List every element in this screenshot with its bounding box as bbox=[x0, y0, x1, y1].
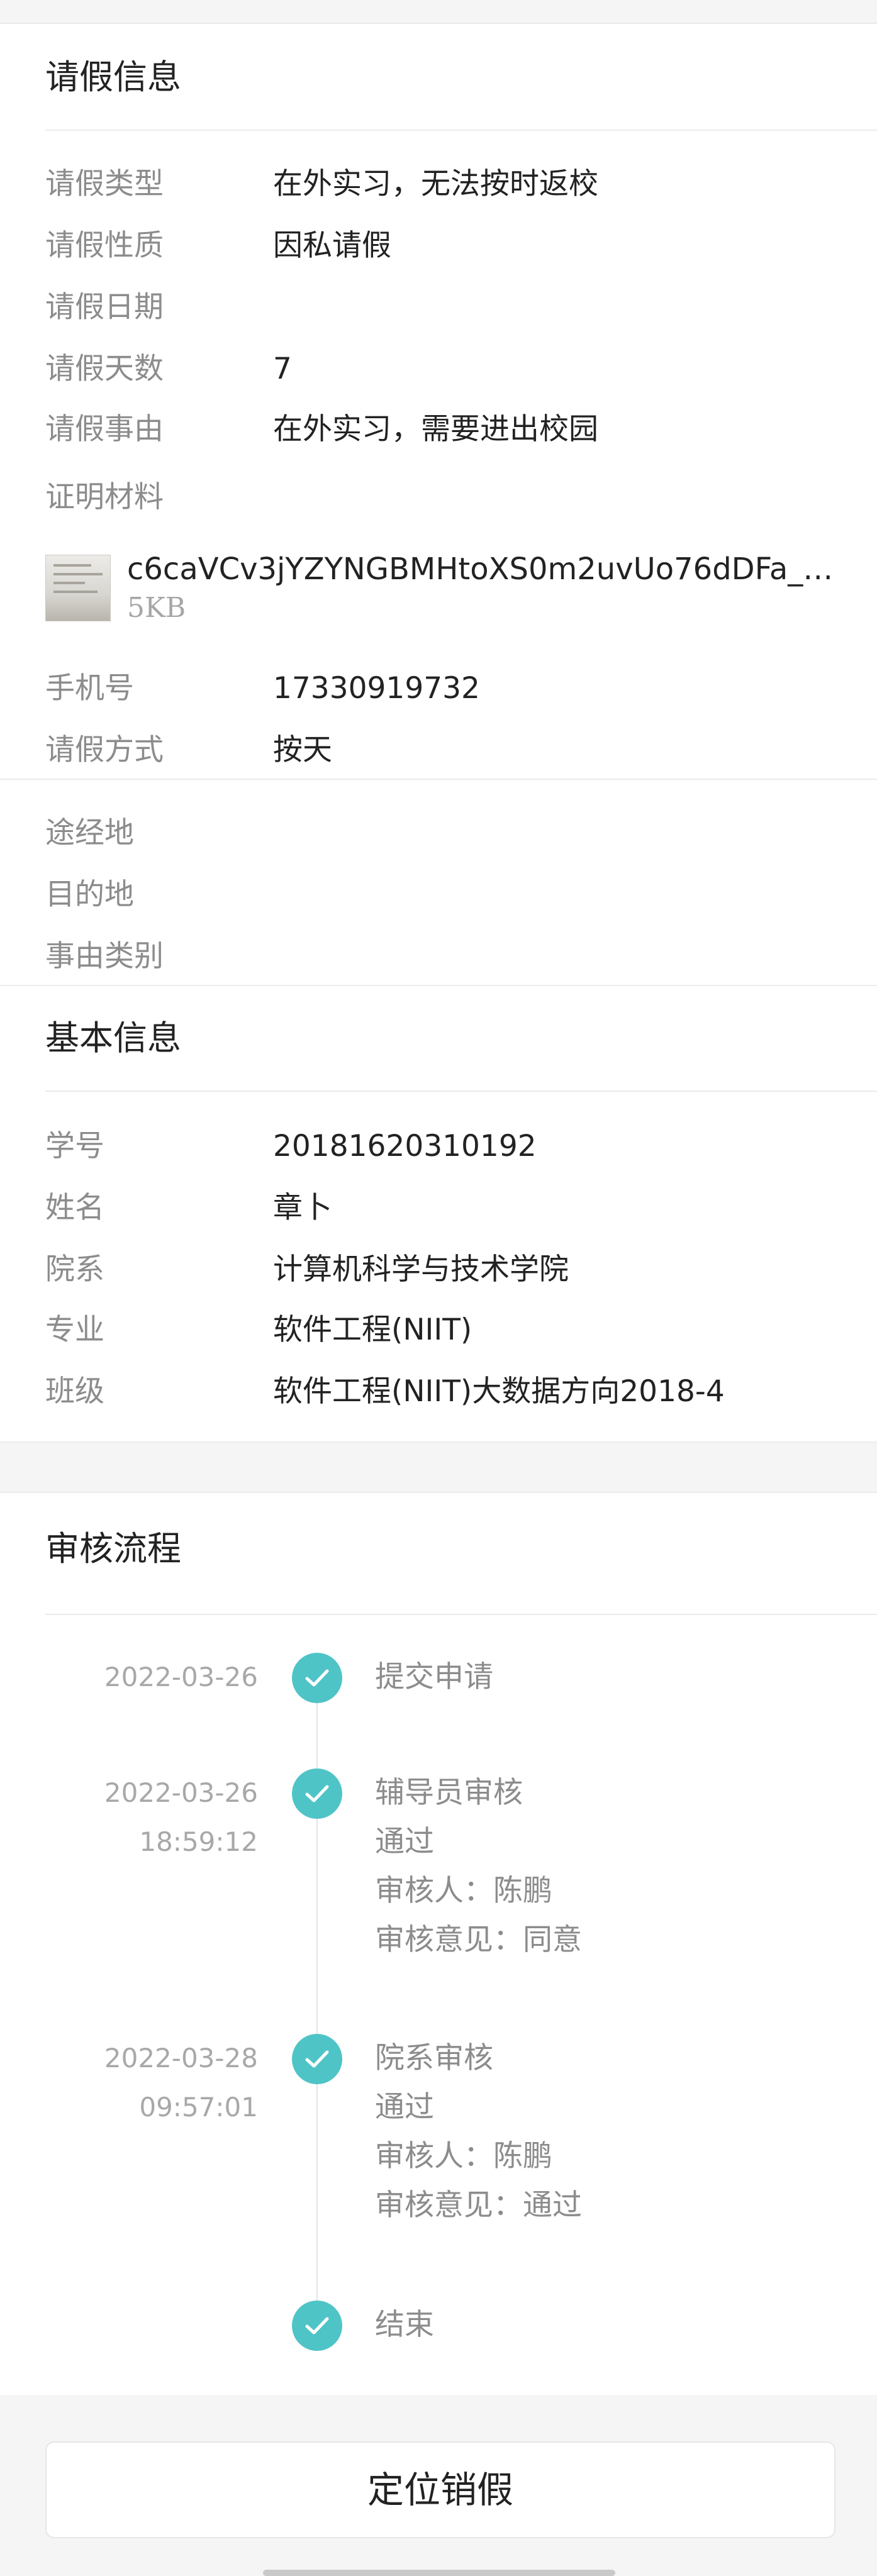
leave-nature-value: 因私请假 bbox=[273, 228, 391, 263]
major-value: 软件工程(NIIT) bbox=[273, 1313, 472, 1347]
leave-type-label: 请假类型 bbox=[45, 167, 164, 201]
review-flow-card: 审核流程 2022-03-26 提交申请 2022-03-26 18:59:12 bbox=[0, 1492, 877, 2395]
attachment-file-name[interactable]: c6caVCv3jYZYNGBMHtoXS0m2uvUo76dDFa_A… bbox=[127, 548, 838, 590]
leave-days-row: 请假天数 7 bbox=[45, 347, 863, 391]
phone-row: 手机号 17330919732 bbox=[45, 667, 863, 711]
leave-date-row: 请假日期 bbox=[45, 286, 863, 330]
major-label: 专业 bbox=[45, 1313, 104, 1347]
student-id-value: 20181620310192 bbox=[273, 1129, 537, 1163]
step-date: 2022-03-26 18:59:12 bbox=[104, 1768, 258, 1867]
class-row: 班级 软件工程(NIIT)大数据方向2018-4 bbox=[45, 1370, 863, 1414]
step-reviewer: 审核人：陈鹏 bbox=[375, 2139, 552, 2174]
proof-row: 证明材料 bbox=[45, 475, 863, 519]
location-cancel-leave-button[interactable]: 定位销假 bbox=[45, 2441, 835, 2538]
name-label: 姓名 bbox=[45, 1191, 104, 1225]
check-circle-icon bbox=[292, 2301, 342, 2351]
step-reviewer: 审核人：陈鹏 bbox=[375, 1874, 552, 1908]
leave-days-label: 请假天数 bbox=[45, 352, 164, 386]
attachment-file-size: 5KB bbox=[127, 592, 186, 624]
name-value: 章卜 bbox=[273, 1191, 332, 1225]
route-label: 途经地 bbox=[45, 816, 134, 850]
basic-info-card: 基本信息 学号 20181620310192 姓名 章卜 院系 计算机科学与技术… bbox=[0, 985, 877, 1443]
name-row: 姓名 章卜 bbox=[45, 1186, 863, 1230]
leave-days-value: 7 bbox=[273, 352, 292, 386]
check-circle-icon bbox=[292, 1653, 342, 1703]
destination-row: 目的地 bbox=[45, 873, 863, 917]
leave-mode-row: 请假方式 按天 bbox=[45, 728, 863, 772]
phone-value: 17330919732 bbox=[273, 671, 480, 706]
reason-category-label: 事由类别 bbox=[45, 939, 164, 974]
student-id-row: 学号 20181620310192 bbox=[45, 1124, 863, 1169]
class-label: 班级 bbox=[45, 1374, 104, 1409]
major-row: 专业 软件工程(NIIT) bbox=[45, 1308, 863, 1352]
step-title: 结束 bbox=[375, 2307, 434, 2342]
attachment-thumbnail[interactable] bbox=[45, 555, 111, 621]
destination-label: 目的地 bbox=[45, 877, 134, 912]
leave-nature-label: 请假性质 bbox=[45, 228, 164, 263]
leave-detail-page: 请假信息 请假类型 在外实习，无法按时返校 请假性质 因私请假 请假日期 请假天… bbox=[0, 0, 877, 2576]
department-value: 计算机科学与技术学院 bbox=[273, 1252, 569, 1287]
student-id-label: 学号 bbox=[45, 1129, 104, 1163]
leave-date-label: 请假日期 bbox=[45, 290, 164, 325]
proof-label: 证明材料 bbox=[45, 480, 164, 514]
step-details: 辅导员审核 通过 审核人：陈鹏 审核意见：同意 bbox=[375, 1768, 582, 1965]
route-row: 途经地 bbox=[45, 811, 863, 855]
step-result: 通过 bbox=[375, 1824, 434, 1859]
divider bbox=[0, 779, 877, 780]
leave-mode-value: 按天 bbox=[273, 733, 332, 767]
step-date: 2022-03-26 bbox=[104, 1662, 258, 1692]
leave-reason-value: 在外实习，需要进出校园 bbox=[273, 412, 598, 447]
divider bbox=[45, 1091, 877, 1092]
step-title: 辅导员审核 bbox=[375, 1775, 523, 1810]
step-title: 院系审核 bbox=[375, 2041, 493, 2075]
leave-type-value: 在外实习，无法按时返校 bbox=[273, 167, 598, 201]
leave-nature-row: 请假性质 因私请假 bbox=[45, 224, 863, 268]
divider bbox=[45, 130, 877, 131]
department-row: 院系 计算机科学与技术学院 bbox=[45, 1248, 863, 1292]
step-opinion: 审核意见：通过 bbox=[375, 2188, 582, 2223]
home-indicator bbox=[263, 2570, 615, 2576]
attachment-item[interactable]: c6caVCv3jYZYNGBMHtoXS0m2uvUo76dDFa_A… 5K… bbox=[45, 548, 838, 630]
step-title: 提交申请 bbox=[375, 1660, 493, 1694]
step-result: 通过 bbox=[375, 2090, 434, 2124]
leave-reason-label: 请假事由 bbox=[45, 412, 164, 447]
step-date: 2022-03-28 09:57:01 bbox=[104, 2034, 258, 2132]
leave-type-row: 请假类型 在外实习，无法按时返校 bbox=[45, 162, 863, 206]
leave-info-card: 请假信息 请假类型 在外实习，无法按时返校 请假性质 因私请假 请假日期 请假天… bbox=[0, 23, 877, 985]
step-time: 18:59:12 bbox=[139, 1826, 258, 1857]
step-time: 09:57:01 bbox=[139, 2092, 258, 2123]
step-opinion: 审核意见：同意 bbox=[375, 1923, 582, 1957]
leave-mode-label: 请假方式 bbox=[45, 733, 164, 767]
review-flow-title: 审核流程 bbox=[45, 1529, 181, 1568]
reason-category-row: 事由类别 bbox=[45, 935, 863, 979]
leave-info-title: 请假信息 bbox=[45, 57, 181, 97]
leave-reason-row: 请假事由 在外实习，需要进出校园 bbox=[45, 408, 863, 452]
step-details: 院系审核 通过 审核人：陈鹏 审核意见：通过 bbox=[375, 2034, 582, 2230]
check-circle-icon bbox=[292, 1768, 342, 1819]
department-label: 院系 bbox=[45, 1252, 104, 1287]
check-circle-icon bbox=[292, 2034, 342, 2084]
step-details: 提交申请 bbox=[375, 1653, 493, 1702]
class-value: 软件工程(NIIT)大数据方向2018-4 bbox=[273, 1374, 725, 1409]
basic-info-title: 基本信息 bbox=[45, 1018, 181, 1058]
phone-label: 手机号 bbox=[45, 671, 134, 706]
divider bbox=[45, 1614, 877, 1615]
step-details: 结束 bbox=[375, 2301, 434, 2350]
